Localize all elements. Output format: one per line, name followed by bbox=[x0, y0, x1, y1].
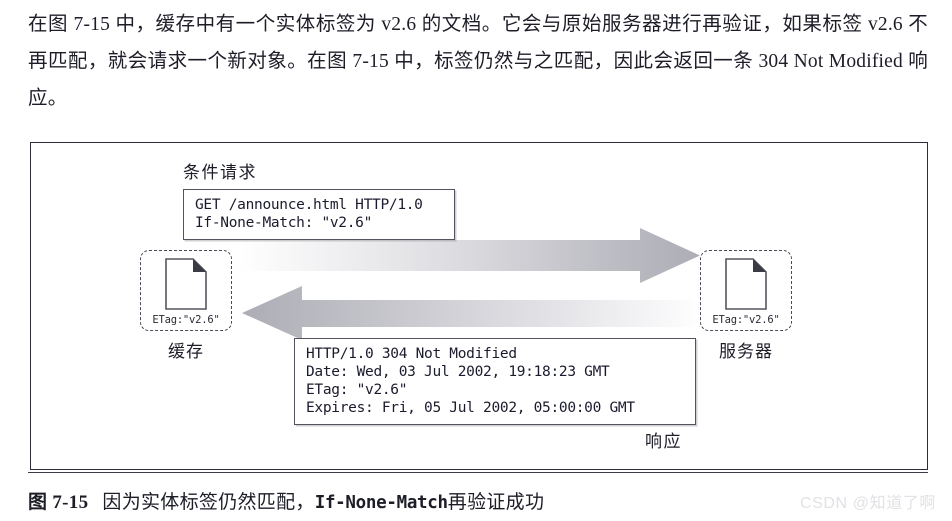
document-icon bbox=[725, 258, 767, 310]
caption-text-before: 因为实体标签仍然匹配， bbox=[102, 492, 315, 513]
document-icon bbox=[165, 258, 207, 310]
cache-etag-label: ETag:"v2.6" bbox=[152, 314, 220, 326]
response-message-box: HTTP/1.0 304 Not Modified Date: Wed, 03 … bbox=[294, 338, 696, 425]
caption-figure-number: 图 7-15 bbox=[28, 492, 89, 513]
cache-label: 缓存 bbox=[168, 342, 204, 361]
server-node: ETag:"v2.6" 服务器 bbox=[700, 250, 792, 362]
response-line: HTTP/1.0 304 Not Modified bbox=[306, 346, 517, 362]
caption-divider bbox=[28, 472, 928, 474]
response-line: Expires: Fri, 05 Jul 2002, 05:00:00 GMT bbox=[306, 400, 635, 416]
body-paragraph: 在图 7-15 中，缓存中有一个实体标签为 v2.6 的文档。它会与原始服务器进… bbox=[28, 14, 928, 109]
response-line: ETag: "v2.6" bbox=[306, 382, 408, 398]
server-label: 服务器 bbox=[719, 342, 773, 361]
csdn-watermark: CSDN @知道了啊 bbox=[799, 495, 936, 512]
request-line: If-None-Match: "v2.6" bbox=[195, 215, 373, 231]
cache-node-box: ETag:"v2.6" bbox=[140, 250, 232, 331]
conditional-request-label: 条件请求 bbox=[183, 163, 257, 182]
server-etag-label: ETag:"v2.6" bbox=[712, 314, 780, 326]
response-arrow bbox=[242, 286, 702, 340]
response-line: Date: Wed, 03 Jul 2002, 19:18:23 GMT bbox=[306, 364, 610, 380]
request-message-box: GET /announce.html HTTP/1.0 If-None-Matc… bbox=[183, 189, 455, 240]
caption-text-after: 再验证成功 bbox=[447, 492, 545, 513]
response-label: 响应 bbox=[645, 432, 682, 451]
caption-code: If-None-Match bbox=[314, 493, 448, 513]
request-line: GET /announce.html HTTP/1.0 bbox=[195, 197, 423, 213]
server-node-box: ETag:"v2.6" bbox=[700, 250, 792, 331]
figure-caption: 图 7-15 因为实体标签仍然匹配，If-None-Match再验证成功 bbox=[28, 487, 788, 514]
cache-node: ETag:"v2.6" 缓存 bbox=[140, 250, 232, 362]
